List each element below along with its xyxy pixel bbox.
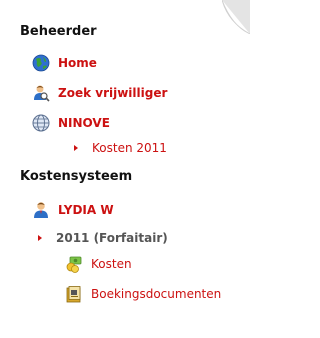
nav-item-home[interactable]: Home — [32, 54, 97, 72]
nav-item-ninove-label: NINOVE — [58, 116, 110, 130]
user-icon — [32, 201, 50, 219]
nav-item-kosten-2011-label: Kosten 2011 — [92, 141, 167, 155]
nav-item-kosten-2011[interactable]: Kosten 2011 — [74, 141, 167, 155]
bullet-arrow-icon — [74, 145, 78, 151]
nav-item-lydia-w-label: LYDIA W — [58, 203, 114, 217]
document-folder-icon — [65, 285, 83, 303]
page-curl-decoration — [222, 0, 250, 34]
nav-item-zoek-vrijwilliger-label: Zoek vrijwilliger — [58, 86, 168, 100]
nav-item-2011-forfaitair-label: 2011 (Forfaitair) — [56, 231, 168, 245]
nav-item-lydia-w[interactable]: LYDIA W — [32, 201, 114, 219]
world-grid-icon — [32, 114, 50, 132]
nav-item-home-label: Home — [58, 56, 97, 70]
bullet-arrow-icon — [38, 235, 42, 241]
nav-item-zoek-vrijwilliger[interactable]: Zoek vrijwilliger — [32, 84, 167, 102]
nav-item-kosten-label: Kosten — [91, 257, 132, 271]
money-icon — [65, 255, 83, 273]
nav-item-2011-forfaitair[interactable]: 2011 (Forfaitair) — [38, 231, 168, 245]
section-title-kostensysteem: Kostensysteem — [20, 169, 133, 184]
nav-item-kosten[interactable]: Kosten — [65, 255, 132, 273]
globe-icon — [32, 54, 50, 72]
nav-item-ninove[interactable]: NINOVE — [32, 114, 110, 132]
section-title-beheerder: Beheerder — [20, 24, 97, 39]
search-user-icon — [32, 84, 50, 102]
nav-item-boekingsdocumenten-label: Boekingsdocumenten — [91, 287, 222, 301]
nav-item-boekingsdocumenten[interactable]: Boekingsdocumenten — [65, 285, 221, 303]
